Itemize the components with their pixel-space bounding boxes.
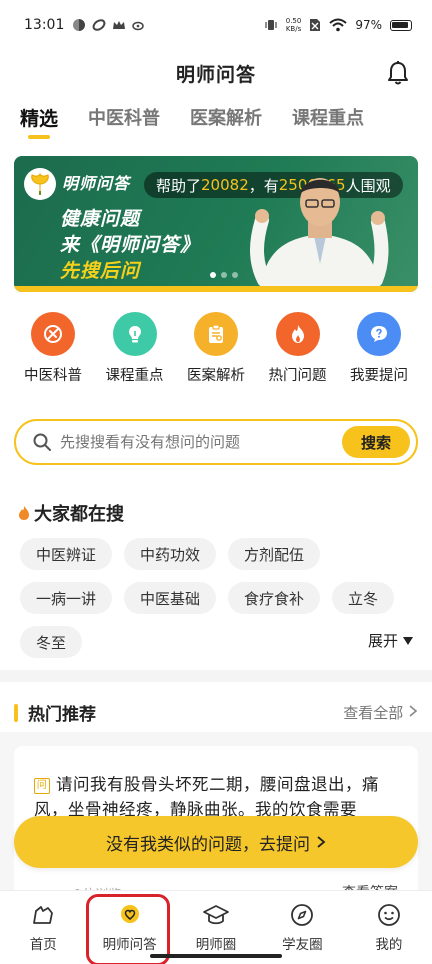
status-notification-icons [72,18,146,32]
triangle-down-icon [403,636,413,645]
bottom-nav: 首页 明师问答 明师圈 学友圈 我的 [0,890,432,964]
search-input[interactable] [60,433,342,451]
search-chip[interactable]: 中药功效 [124,538,217,570]
bell-icon[interactable] [386,60,410,86]
tab-selected[interactable]: 精选 [20,104,58,139]
quick-nav-label: 课程重点 [105,368,164,384]
status-bar: 13:01 0.50 KB/s 97% [0,0,432,50]
crown-icon [113,21,126,29]
nav-label: 学友圈 [282,936,323,953]
helped-count: 20082 [201,176,249,194]
expand-button[interactable]: 展开 [368,630,414,651]
promo-banner[interactable]: 明师问答 帮助了 20082 ，有 2506665 人围观 健康问题 来《明师问… [14,156,418,292]
search-icon [33,433,51,451]
nav-home[interactable]: 首页 [0,891,86,964]
chevron-right-icon [317,836,326,848]
quick-nav-label: 热门问题 [268,368,327,384]
vibrate-icon [265,20,277,30]
quick-nav-case-analysis[interactable]: 医案解析 [177,312,255,385]
app-screen: 13:01 0.50 KB/s 97% 明师问答 精选 中医科普 医案解析 课程重… [0,0,432,964]
tab-case-analysis[interactable]: 医案解析 [190,104,262,139]
expand-label: 展开 [367,632,398,650]
nosim-icon [310,19,321,31]
top-header: 明师问答 [0,50,432,96]
status-time: 13:01 [24,17,65,33]
pinwheel-icon [73,19,86,31]
search-chip[interactable]: 方剂配伍 [228,538,321,570]
compass-icon [291,903,314,926]
quick-nav: 中医科普 课程重点 医案解析 热门问题 我要提问 [14,312,418,385]
science-icon [31,312,75,356]
helped-prefix: 帮助了 [156,176,202,195]
status-right-group: 0.50 KB/s 97% [264,17,412,33]
question-badge: 问 [34,777,50,794]
ask-question-label: 没有我类似的问题，去提问 [106,834,310,855]
nav-label: 首页 [29,936,57,953]
hot-search-title: 大家都在搜 [34,504,124,525]
battery-percent: 97% [355,18,382,32]
bulb-icon [112,312,157,356]
quick-nav-course-highlights[interactable]: 课程重点 [96,312,174,385]
nav-label: 明师圈 [195,936,237,953]
tab-tcm-science[interactable]: 中医科普 [88,104,160,139]
banner-slogan-1: 健康问题 [60,208,141,230]
net-speed: 0.50 KB/s [286,17,302,33]
banner-brand: 明师问答 [62,174,131,193]
question-text-block: 问请问我有股骨头坏死二期，腰间盘退出，痛风，坐骨神经疼，静脉曲张。我的饮食需要 [34,772,400,822]
clipboard-icon [194,312,238,356]
search-chip[interactable]: 中医辨证 [20,538,113,570]
search-chip[interactable]: 冬至 [20,626,83,658]
chevron-right-icon [409,705,418,717]
hot-search-header: 大家都在搜 [18,500,124,526]
hot-search-chips: 中医辨证 中药功效 方剂配伍 一病一讲 中医基础 食疗食补 立冬 冬至 [20,538,416,658]
quick-nav-label: 我要提问 [350,368,408,384]
banner-stripe [14,286,418,292]
net-speed-unit: KB/s [285,25,302,33]
nav-profile[interactable]: 我的 [346,891,432,964]
category-tabs: 精选 中医科普 医案解析 课程重点 [20,104,364,139]
pagination-dot [210,272,216,278]
presenter-illustration [250,178,389,292]
app-notify-icon [92,19,106,31]
section-divider [0,670,432,682]
pagination-dot [232,272,238,278]
section-accent-bar [14,703,18,722]
pagination-dot [221,272,227,278]
ginkgo-logo-icon [24,168,56,200]
graduation-cap-icon [203,904,229,924]
view-all-label: 查看全部 [343,704,404,722]
battery-icon [390,19,412,31]
quick-nav-tcm-science[interactable]: 中医科普 [14,312,92,385]
search-chip[interactable]: 一病一讲 [20,582,113,614]
ask-question-button[interactable]: 没有我类似的问题，去提问 [14,816,418,868]
search-chip[interactable]: 立冬 [332,582,395,614]
quick-nav-hot-questions[interactable]: 热门问题 [259,312,337,385]
search-chip[interactable]: 中医基础 [124,582,217,614]
nav-label: 我的 [375,936,403,953]
quick-nav-ask-question[interactable]: 我要提问 [340,312,418,385]
net-speed-value: 0.50 [285,17,302,25]
banner-pagination [210,272,238,278]
question-text: 请问我有股骨头坏死二期，腰间盘退出，痛风，坐骨神经疼，静脉曲张。我的饮食需要 [34,775,379,819]
banner-slogan-2: 来《明师问答》 [60,234,201,256]
search-chip[interactable]: 食疗食补 [228,582,321,614]
search-bar: 搜索 [14,419,418,465]
question-icon [357,312,401,356]
recommend-header: 热门推荐 查看全部 [14,700,418,725]
wifi-icon [329,18,347,32]
tab-course-highlights[interactable]: 课程重点 [292,104,364,139]
quick-nav-label: 中医科普 [24,368,82,384]
view-all-link[interactable]: 查看全部 [343,702,418,723]
page-title: 明师问答 [175,63,256,86]
flame-icon [275,312,320,356]
smiley-icon [377,903,400,926]
banner-slogan-3: 先搜后问 [60,260,141,282]
flame-icon [19,506,29,520]
weibo-icon [132,21,145,31]
recommend-title: 热门推荐 [28,705,96,725]
home-icon [33,905,54,924]
home-indicator[interactable] [150,954,282,958]
search-button[interactable]: 搜索 [342,426,410,458]
quick-nav-label: 医案解析 [187,368,245,384]
